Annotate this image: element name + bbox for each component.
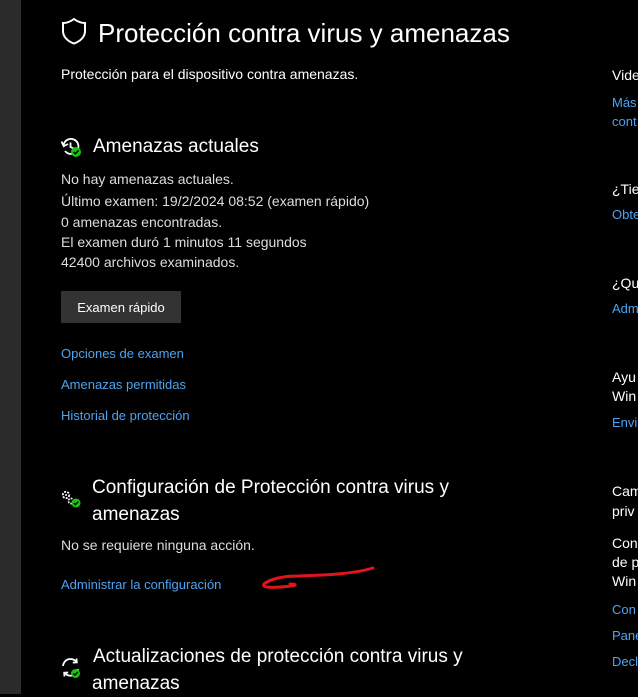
scan-options-link[interactable]: Opciones de examen bbox=[61, 345, 184, 363]
updates-section-title: Actualizaciones de protección contra vir… bbox=[93, 646, 463, 667]
updates-section-title-cont: amenazas bbox=[92, 673, 180, 694]
page-title: Protección contra virus y amenazas bbox=[98, 18, 510, 48]
allowed-threats-link[interactable]: Amenazas permitidas bbox=[61, 376, 186, 394]
files-scanned-text: 42400 archivos examinados. bbox=[61, 254, 240, 270]
rp-privacy-text-2: de p bbox=[612, 554, 638, 570]
scan-duration-text: El examen duró 1 minutos 11 segundos bbox=[61, 234, 307, 250]
rp-more-link[interactable]: Más bbox=[612, 93, 637, 112]
settings-section-title: Configuración de Protección contra virus… bbox=[92, 477, 449, 498]
threats-found-text: 0 amenazas encontradas. bbox=[61, 214, 223, 230]
red-arrow-annotation bbox=[262, 566, 375, 589]
settings-status-text: No se requiere ninguna acción. bbox=[61, 537, 255, 553]
page-subtitle: Protección para el dispositivo contra am… bbox=[61, 66, 359, 82]
last-scan-text: Último examen: 19/2/2024 08:52 (examen r… bbox=[61, 193, 370, 209]
manage-settings-link[interactable]: Administrar la configuración bbox=[61, 576, 221, 594]
rp-privacy-heading: Cam bbox=[612, 483, 638, 499]
rp-privacy-settings-link[interactable]: Con bbox=[612, 600, 636, 619]
rp-privacy-statement-link[interactable]: Decl bbox=[612, 652, 638, 671]
rp-help-heading: Ayu bbox=[612, 369, 636, 385]
rp-admin-link[interactable]: Adm bbox=[612, 299, 638, 318]
settings-gears-icon bbox=[61, 490, 81, 508]
rp-privacy-heading-cont: priv bbox=[612, 503, 635, 519]
rp-send-feedback-link[interactable]: Envi bbox=[612, 413, 637, 432]
rp-video-heading: Vide bbox=[612, 67, 638, 83]
quick-scan-button[interactable]: Examen rápido bbox=[61, 291, 181, 323]
rp-privacy-text-1: Con bbox=[612, 535, 638, 551]
left-nav-strip bbox=[0, 0, 21, 694]
update-refresh-icon bbox=[62, 658, 80, 678]
rp-get-help-link[interactable]: Obte bbox=[612, 205, 638, 224]
threat-status-text: No hay amenazas actuales. bbox=[61, 171, 234, 187]
shield-icon bbox=[62, 17, 86, 45]
settings-section-title-cont: amenazas bbox=[92, 504, 180, 525]
protection-history-link[interactable]: Historial de protección bbox=[61, 407, 190, 425]
rp-privacy-dashboard-link[interactable]: Pane bbox=[612, 626, 638, 645]
current-threats-title: Amenazas actuales bbox=[93, 136, 259, 157]
rp-more-link-cont[interactable]: cont bbox=[612, 112, 637, 131]
scan-history-icon bbox=[60, 138, 81, 157]
rp-question-heading: ¿Tie bbox=[612, 181, 638, 197]
rp-privacy-text-3: Win bbox=[612, 573, 637, 589]
rp-help-heading-cont: Win bbox=[612, 388, 637, 404]
rp-who-heading: ¿Qu bbox=[612, 275, 638, 291]
